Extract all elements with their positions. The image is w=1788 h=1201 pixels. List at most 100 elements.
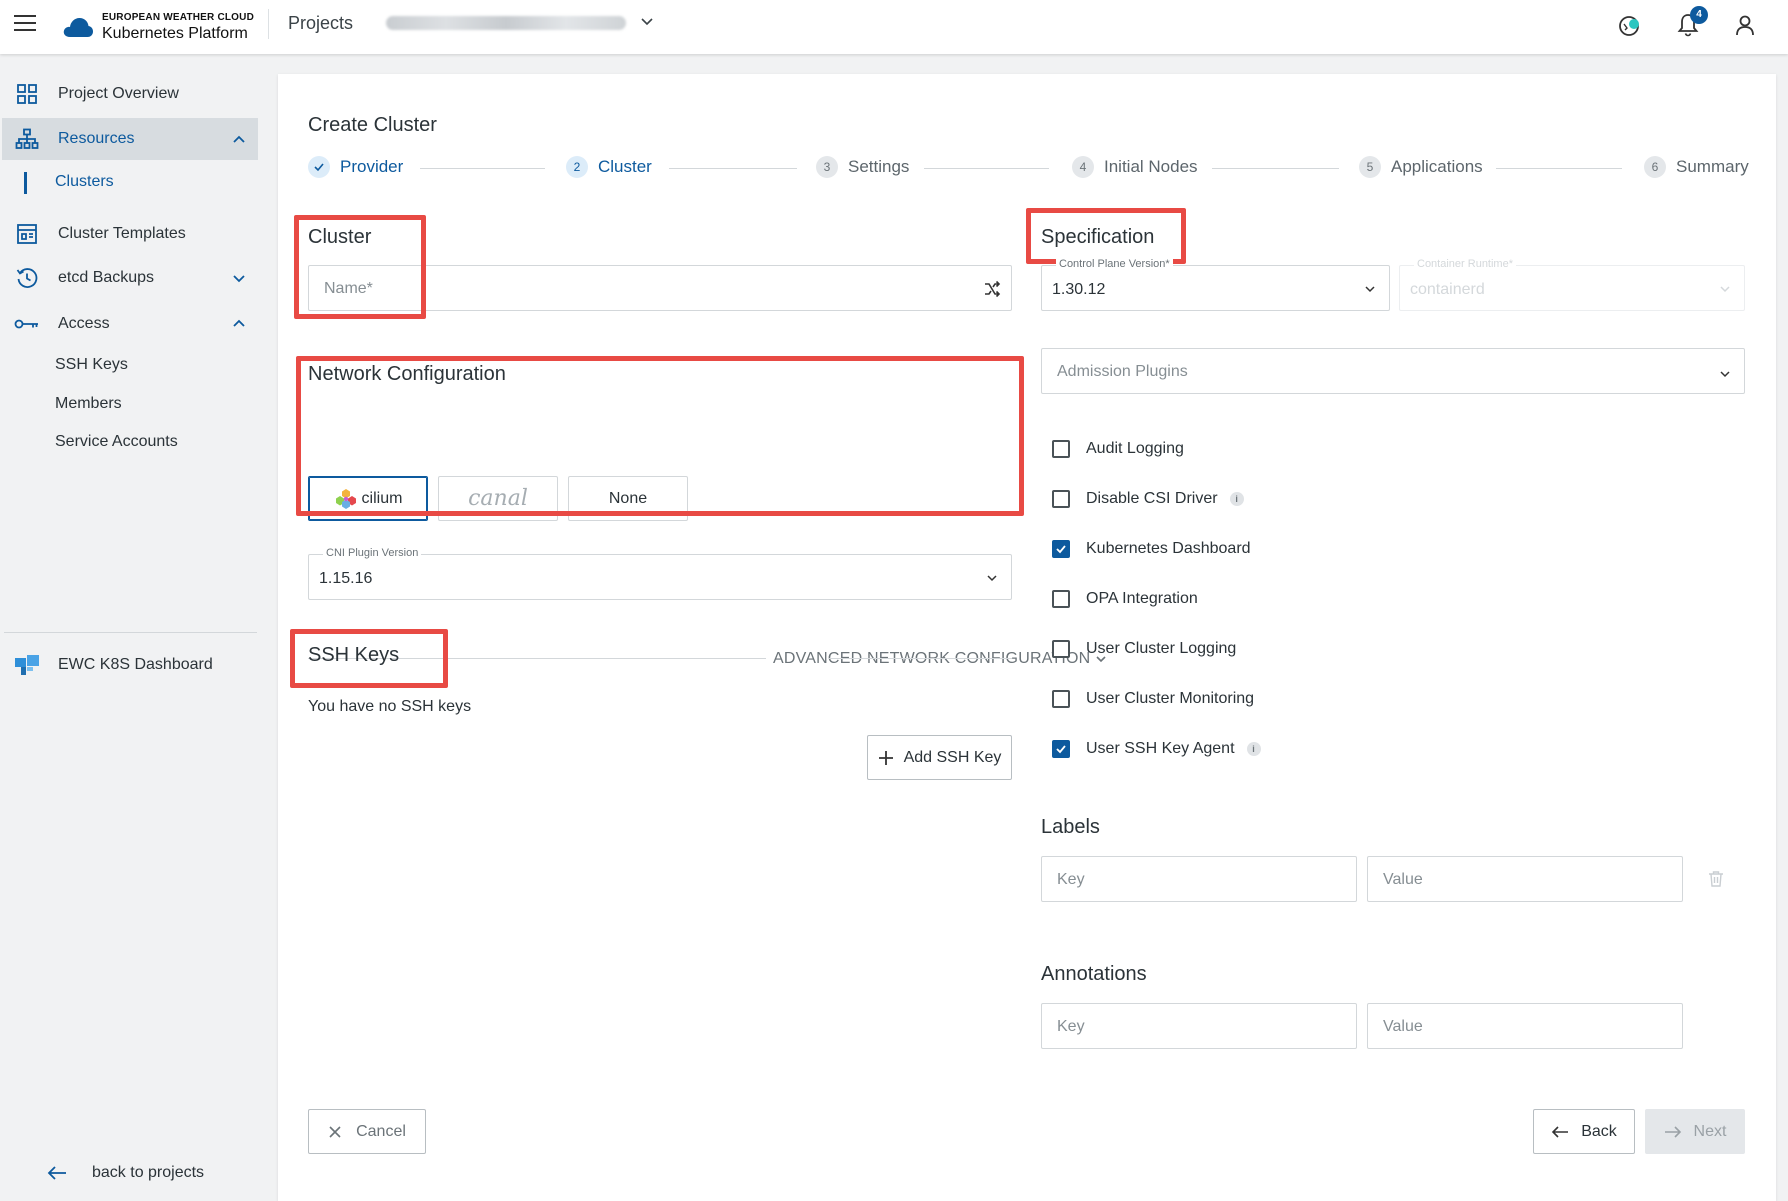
user-icon[interactable]	[1732, 12, 1760, 40]
checkbox-label: User SSH Key Agent	[1086, 740, 1235, 757]
sidebar-item-service-accounts[interactable]: Service Accounts	[55, 433, 178, 451]
checkbox-kubernetes-dashboard[interactable]: Kubernetes Dashboard	[1052, 540, 1251, 558]
highlight-ssh-keys	[290, 629, 448, 688]
checkbox-box[interactable]	[1052, 690, 1070, 708]
step-label: Initial Nodes	[1104, 157, 1198, 176]
label-value-input[interactable]: Value	[1367, 856, 1683, 902]
dashboard-icon	[14, 652, 40, 678]
container-runtime-select: Container Runtime* containerd	[1399, 258, 1745, 311]
checkbox-opa-integration[interactable]: OPA Integration	[1052, 590, 1198, 608]
next-button[interactable]: Next	[1645, 1109, 1745, 1154]
checkbox-box[interactable]	[1052, 640, 1070, 658]
chevron-up-icon[interactable]	[230, 131, 248, 149]
checkbox-box[interactable]	[1052, 590, 1070, 608]
step-connector	[1212, 168, 1339, 169]
step-number: 4	[1072, 156, 1094, 178]
checkbox-user-ssh-key-agent[interactable]: User SSH Key Agent i	[1052, 740, 1261, 758]
sidebar-item-cluster-templates[interactable]: Cluster Templates	[2, 212, 258, 256]
checkbox-box[interactable]	[1052, 440, 1070, 458]
back-button[interactable]: Back	[1533, 1109, 1635, 1154]
checkbox-box[interactable]	[1052, 490, 1070, 508]
control-plane-version-select[interactable]: Control Plane Version* 1.30.12	[1041, 258, 1390, 311]
step-initial-nodes[interactable]: 4 Initial Nodes	[1072, 156, 1198, 178]
page-title: Create Cluster	[308, 114, 437, 136]
step-cluster[interactable]: 2 Cluster	[566, 156, 652, 178]
step-connector	[1496, 168, 1622, 169]
step-applications[interactable]: 5 Applications	[1359, 156, 1483, 178]
info-icon[interactable]: i	[1246, 742, 1261, 756]
checkbox-user-cluster-monitoring[interactable]: User Cluster Monitoring	[1052, 690, 1254, 708]
cni-plugin-version-label: CNI Plugin Version	[323, 547, 422, 559]
trash-icon[interactable]	[1708, 870, 1724, 893]
cancel-button[interactable]: Cancel	[308, 1109, 426, 1154]
step-number: 3	[816, 156, 838, 178]
sidebar-item-resources[interactable]: Resources	[2, 118, 258, 160]
info-icon[interactable]: i	[1229, 492, 1244, 506]
checkbox-user-cluster-logging[interactable]: User Cluster Logging	[1052, 640, 1236, 658]
step-label: Provider	[340, 157, 404, 176]
checkbox-label: OPA Integration	[1086, 590, 1198, 607]
step-settings[interactable]: 3 Settings	[816, 156, 909, 178]
projects-label[interactable]: Projects	[288, 13, 353, 34]
highlight-specification	[1026, 208, 1186, 264]
highlight-network	[296, 356, 1024, 516]
add-ssh-key-label: Add SSH Key	[903, 748, 1002, 766]
cni-plugin-version-select[interactable]: CNI Plugin Version 1.15.16	[308, 547, 1012, 600]
sidebar-item-label: Access	[58, 315, 110, 332]
container-runtime-label: Container Runtime*	[1414, 258, 1516, 270]
back-to-projects-link[interactable]: back to projects	[46, 1164, 204, 1182]
ssh-empty-text: You have no SSH keys	[308, 698, 472, 715]
annotation-value-input[interactable]: Value	[1367, 1003, 1683, 1049]
checkbox-box[interactable]	[1052, 540, 1070, 558]
sidebar-item-project-overview[interactable]: Project Overview	[2, 72, 258, 116]
next-label: Next	[1693, 1122, 1727, 1140]
chevron-down-icon[interactable]	[640, 14, 654, 33]
chevron-down-icon	[1720, 286, 1730, 293]
sidebar-item-ewc-k8s-dashboard[interactable]: EWC K8S Dashboard	[2, 643, 258, 687]
annotation-key-input[interactable]: Key	[1041, 1003, 1357, 1049]
shuffle-icon[interactable]	[983, 280, 1001, 298]
step-number: 2	[566, 156, 588, 178]
arrow-left-icon	[1552, 1125, 1569, 1138]
control-plane-version-value: 1.30.12	[1052, 281, 1106, 298]
notification-badge: 4	[1690, 6, 1708, 24]
step-connector	[924, 168, 1049, 169]
active-indicator	[24, 172, 27, 194]
checkbox-disable-csi-driver[interactable]: Disable CSI Driver i	[1052, 490, 1244, 508]
checkbox-box[interactable]	[1052, 740, 1070, 758]
step-label: Cluster	[598, 157, 652, 176]
cni-plugin-version-value: 1.15.16	[319, 570, 373, 587]
menu-icon[interactable]	[14, 15, 36, 31]
sidebar-item-label: Resources	[58, 130, 135, 147]
step-label: Settings	[848, 157, 910, 176]
chevron-up-icon[interactable]	[230, 315, 248, 333]
label-key-input[interactable]: Key	[1041, 856, 1357, 902]
checkbox-label: User Cluster Monitoring	[1086, 690, 1255, 707]
back-label: Back	[1581, 1122, 1617, 1140]
back-to-projects-label: back to projects	[92, 1164, 205, 1181]
sidebar-item-clusters[interactable]: Clusters	[55, 173, 114, 191]
chevron-down-icon[interactable]	[230, 269, 248, 287]
step-summary[interactable]: 6 Summary	[1644, 156, 1749, 178]
admission-plugins-select[interactable]: Admission Plugins	[1041, 348, 1745, 394]
bell-icon[interactable]: 4	[1676, 6, 1708, 40]
project-selector-value[interactable]	[386, 16, 626, 30]
theme-icon[interactable]	[1616, 12, 1644, 40]
sidebar-item-etcd-backups[interactable]: etcd Backups	[2, 256, 258, 300]
sidebar-item-label: Project Overview	[58, 85, 179, 102]
sidebar-item-members[interactable]: Members	[55, 395, 122, 413]
step-provider[interactable]: Provider	[308, 156, 403, 178]
container-runtime-value: containerd	[1410, 281, 1485, 298]
brand-logo[interactable]: EUROPEAN WEATHER CLOUD Kubernetes Platfo…	[62, 10, 254, 44]
checkbox-audit-logging[interactable]: Audit Logging	[1052, 440, 1184, 458]
checkbox-label: User Cluster Logging	[1086, 640, 1237, 657]
sidebar-item-access[interactable]: Access	[2, 302, 258, 346]
cancel-label: Cancel	[356, 1122, 406, 1140]
chevron-down-icon	[987, 575, 997, 582]
history-icon	[14, 265, 40, 291]
add-ssh-key-button[interactable]: Add SSH Key	[867, 735, 1012, 780]
step-label: Summary	[1676, 157, 1749, 176]
step-connector	[420, 168, 545, 169]
checkbox-label: Disable CSI Driver	[1086, 490, 1218, 507]
sidebar-item-ssh-keys[interactable]: SSH Keys	[55, 356, 128, 374]
